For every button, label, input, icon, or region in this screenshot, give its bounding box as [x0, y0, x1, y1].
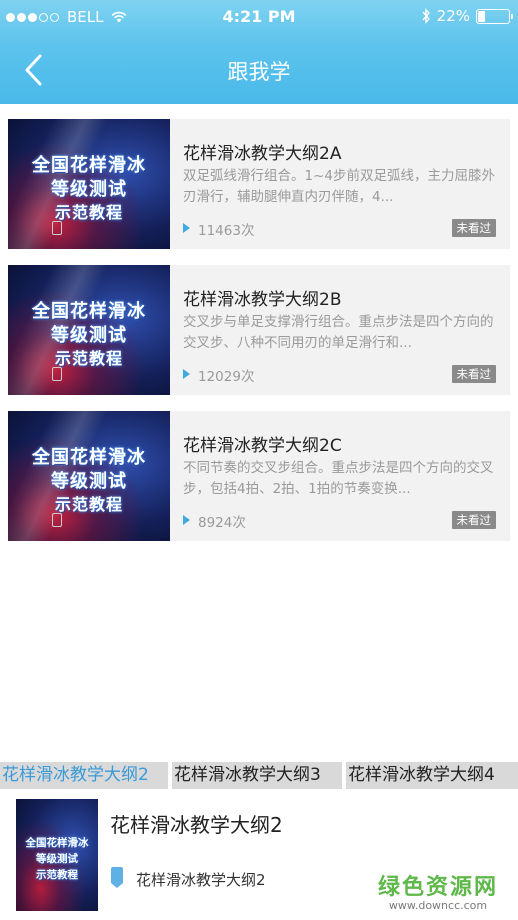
play-count: 8924次 — [198, 515, 246, 531]
status-right: 22% — [421, 7, 513, 25]
play-count: 12029次 — [198, 369, 255, 385]
unwatched-badge: 未看过 — [451, 511, 496, 529]
header: BELL 4:21 PM 22% 跟我学 — [0, 0, 518, 104]
thumb-text: 全国花样滑冰 — [32, 447, 146, 468]
video-title: 花样滑冰教学大纲2C — [183, 436, 342, 456]
thumb-text: 等级测试 — [51, 179, 127, 200]
thumb-text: 等级测试 — [51, 325, 127, 346]
battery-icon — [476, 8, 513, 24]
status-bar: BELL 4:21 PM 22% — [0, 0, 518, 34]
unwatched-badge: 未看过 — [451, 365, 496, 383]
video-description: 双足弧线滑行组合。1~4步前双足弧线，主力屈膝外刃滑行，辅助腿伸直内刃伴随，4.… — [183, 168, 495, 205]
now-playing-subtitle: 花样滑冰教学大纲2 — [136, 871, 266, 889]
page-title: 跟我学 — [227, 60, 291, 84]
nav-bar: 跟我学 — [0, 34, 518, 104]
play-count-icon — [183, 515, 190, 525]
watermark: 绿色资源网 www.downcc.com — [378, 869, 498, 912]
watermark-url: www.downcc.com — [388, 899, 488, 912]
tab-chapter-4[interactable]: 花样滑冰教学大纲4 — [346, 762, 518, 789]
thumb-text: 全国花样滑冰 — [32, 301, 146, 322]
thumb-text: 全国花样滑冰 — [32, 155, 146, 176]
play-count-icon — [183, 223, 190, 233]
now-playing-title: 花样滑冰教学大纲2 — [110, 813, 283, 837]
thumb-text: 示范教程 — [54, 203, 123, 222]
now-playing-thumbnail: 全国花样滑冰 等级测试 示范教程 — [16, 799, 98, 911]
tab-chapter-3[interactable]: 花样滑冰教学大纲3 — [172, 762, 342, 789]
bookmark-icon — [111, 867, 123, 888]
video-description: 交叉步与单足支撑滑行组合。重点步法是四个方向的交叉步、八种不同用刃的单足滑行和.… — [183, 314, 494, 351]
play-count-icon — [183, 369, 190, 379]
thumb-logo-icon — [52, 513, 62, 527]
video-thumbnail: 全国花样滑冰 等级测试 示范教程 — [8, 411, 170, 541]
thumb-logo-icon — [52, 367, 62, 381]
battery-level — [478, 10, 486, 22]
video-thumbnail: 全国花样滑冰 等级测试 示范教程 — [8, 265, 170, 395]
battery-percent: 22% — [436, 7, 470, 25]
video-card[interactable]: 全国花样滑冰 等级测试 示范教程 花样滑冰教学大纲2A 双足弧线滑行组合。1~4… — [8, 119, 510, 249]
thumb-text: 示范教程 — [54, 349, 123, 368]
chapter-tabs: 花样滑冰教学大纲2 花样滑冰教学大纲3 花样滑冰教学大纲4 — [0, 762, 518, 789]
thumb-text: 示范教程 — [36, 869, 78, 881]
video-thumbnail: 全国花样滑冰 等级测试 示范教程 — [8, 119, 170, 249]
thumb-text: 全国花样滑冰 — [25, 837, 89, 849]
video-title: 花样滑冰教学大纲2A — [183, 144, 342, 164]
tab-chapter-2[interactable]: 花样滑冰教学大纲2 — [0, 762, 168, 789]
video-description: 不同节奏的交叉步组合。重点步法是四个方向的交叉步，包括4拍、2拍、1拍的节奏变换… — [183, 460, 494, 497]
thumb-text: 等级测试 — [36, 853, 78, 865]
video-card[interactable]: 全国花样滑冰 等级测试 示范教程 花样滑冰教学大纲2C 不同节奏的交叉步组合。重… — [8, 411, 510, 541]
video-title: 花样滑冰教学大纲2B — [183, 290, 342, 310]
play-count: 11463次 — [198, 223, 255, 239]
watermark-text: 绿色资源网 — [377, 875, 498, 900]
video-card[interactable]: 全国花样滑冰 等级测试 示范教程 花样滑冰教学大纲2B 交叉步与单足支撑滑行组合… — [8, 265, 510, 395]
unwatched-badge: 未看过 — [451, 219, 496, 237]
video-list: 全国花样滑冰 等级测试 示范教程 花样滑冰教学大纲2A 双足弧线滑行组合。1~4… — [8, 119, 510, 557]
bluetooth-icon — [422, 8, 430, 24]
thumb-logo-icon — [52, 221, 62, 235]
thumb-text: 示范教程 — [54, 495, 123, 514]
thumb-text: 等级测试 — [51, 471, 127, 492]
